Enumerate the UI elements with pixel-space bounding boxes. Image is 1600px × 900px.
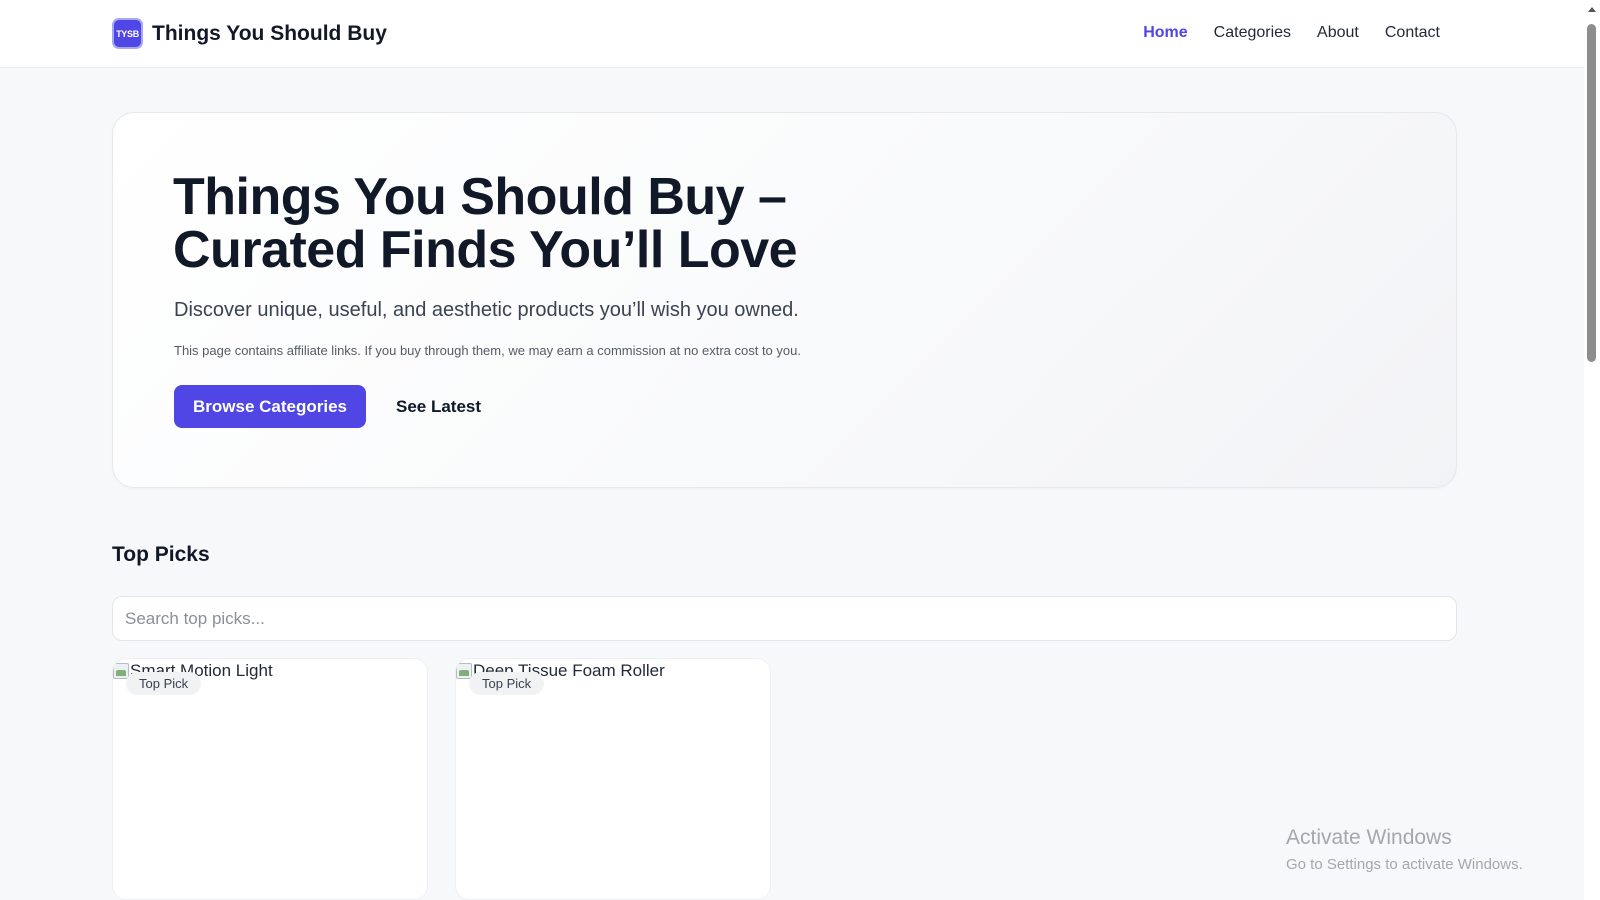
- logo-icon: TYSB: [112, 18, 143, 49]
- hero-section: Things You Should Buy – Curated Finds Yo…: [112, 112, 1457, 488]
- top-pick-badge: Top Pick: [126, 672, 202, 695]
- page: TYSB Things You Should Buy Home Categori…: [0, 0, 1600, 900]
- hero-subtitle: Discover unique, useful, and aesthetic p…: [174, 299, 799, 321]
- top-pick-badge: Top Pick: [469, 672, 545, 695]
- broken-image-icon: [456, 663, 472, 679]
- hero-title: Things You Should Buy – Curated Finds Yo…: [173, 168, 798, 279]
- scroll-up-arrow-icon[interactable]: [1588, 7, 1596, 12]
- watermark-subtitle: Go to Settings to activate Windows.: [1286, 856, 1523, 873]
- nav-categories[interactable]: Categories: [1214, 24, 1291, 42]
- site-name: Things You Should Buy: [152, 21, 387, 45]
- watermark-title: Activate Windows: [1286, 826, 1452, 849]
- product-card[interactable]: Deep Tissue Foam Roller Top Pick: [455, 658, 771, 900]
- page-scrollbar[interactable]: [1584, 0, 1600, 900]
- activate-windows-watermark: Activate Windows Go to Settings to activ…: [1286, 826, 1523, 873]
- affiliate-disclaimer: This page contains affiliate links. If y…: [174, 343, 801, 358]
- scrollbar-thumb[interactable]: [1587, 24, 1596, 362]
- browse-categories-button[interactable]: Browse Categories: [174, 385, 366, 428]
- site-header: TYSB Things You Should Buy Home Categori…: [0, 0, 1584, 68]
- brand[interactable]: TYSB Things You Should Buy: [112, 18, 387, 49]
- product-card[interactable]: Smart Motion Light Top Pick: [112, 658, 428, 900]
- top-picks-search-input[interactable]: [112, 596, 1457, 641]
- top-picks-title: Top Picks: [112, 543, 210, 566]
- nav-contact[interactable]: Contact: [1385, 24, 1440, 42]
- nav-home[interactable]: Home: [1143, 24, 1187, 42]
- main-nav: Home Categories About Contact: [1143, 24, 1440, 42]
- nav-about[interactable]: About: [1317, 24, 1359, 42]
- broken-image-icon: [113, 663, 129, 679]
- see-latest-button[interactable]: See Latest: [396, 385, 481, 428]
